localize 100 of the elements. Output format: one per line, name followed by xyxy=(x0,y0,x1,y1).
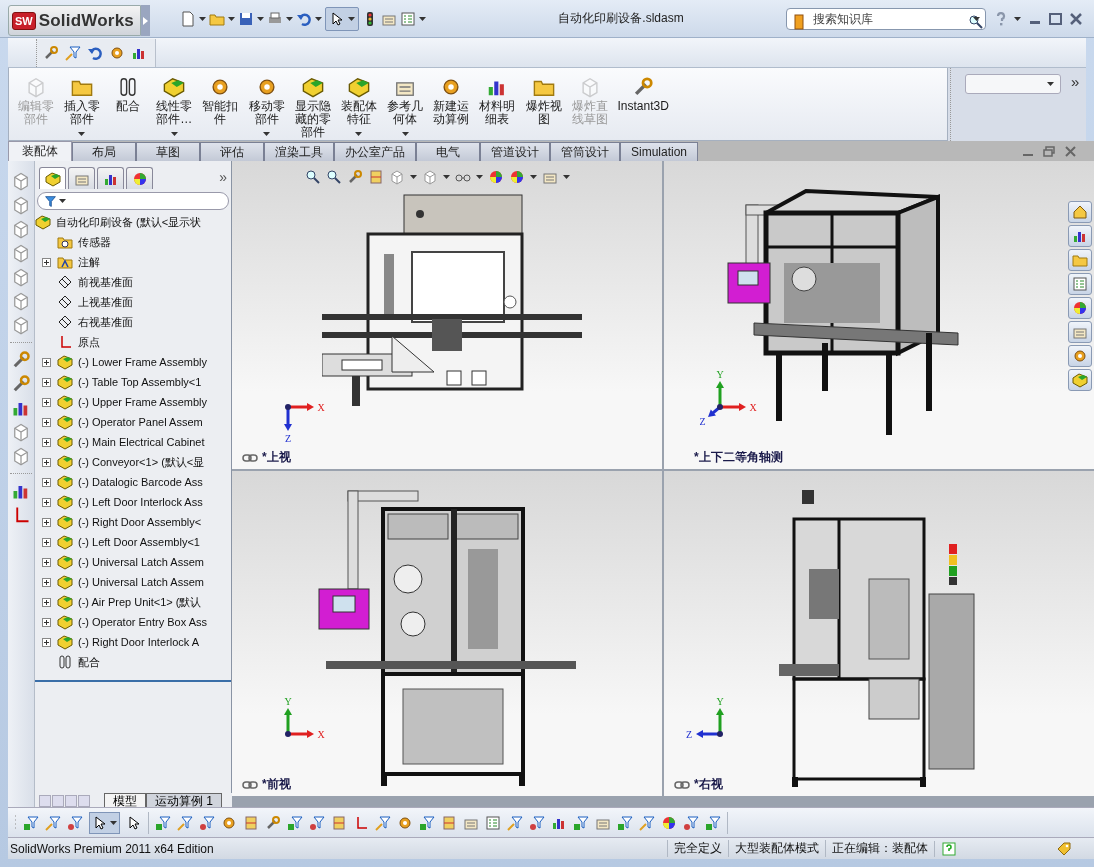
filter-icon[interactable] xyxy=(45,814,61,831)
zoom-area-icon[interactable] xyxy=(326,169,342,185)
ribbon-tab[interactable]: 管道设计 xyxy=(480,142,550,161)
expand-toggle[interactable] xyxy=(42,417,51,427)
help-icon[interactable] xyxy=(941,840,957,857)
selection-filter-icon[interactable] xyxy=(617,814,633,831)
tree-item[interactable]: (-) Operator Entry Box Ass xyxy=(78,616,207,628)
caret-icon[interactable] xyxy=(443,175,450,179)
tree-item[interactable]: 右视基准面 xyxy=(78,314,133,330)
tree-item[interactable]: (-) Left Door Interlock Ass xyxy=(78,496,203,508)
caret-icon[interactable] xyxy=(973,16,980,21)
expand-toggle[interactable] xyxy=(42,577,51,587)
ribbon-button[interactable]: 配合 xyxy=(105,72,151,138)
panel-tab[interactable] xyxy=(126,167,153,189)
selection-filter-icon[interactable] xyxy=(331,814,347,831)
caret-icon[interactable] xyxy=(227,16,235,21)
tree-item[interactable]: (-) Operator Panel Assem xyxy=(78,416,203,428)
selection-filter-icon[interactable] xyxy=(419,814,435,831)
viewport[interactable]: X Z *上视 xyxy=(232,161,662,469)
tree-item[interactable]: (-) Universal Latch Assem xyxy=(78,556,204,568)
tree-item[interactable]: 传感器 xyxy=(78,234,111,250)
ribbon-button[interactable]: Instant3D xyxy=(613,72,673,138)
selection-filter-icon[interactable] xyxy=(683,814,699,831)
expand-toggle[interactable] xyxy=(42,257,51,267)
ribbon-button[interactable]: 线性零部件… xyxy=(151,72,197,138)
expand-toggle[interactable] xyxy=(42,497,51,507)
caret-icon[interactable] xyxy=(285,16,293,21)
ribbon-button[interactable]: 爆炸视图 xyxy=(521,72,567,138)
tree-item[interactable]: (-) Datalogic Barcode Ass xyxy=(78,476,203,488)
select-icon[interactable] xyxy=(126,814,142,831)
selection-filter-icon[interactable] xyxy=(199,814,215,831)
caret-icon[interactable] xyxy=(256,16,264,21)
view-cube-icon[interactable] xyxy=(11,195,31,215)
expand-toggle[interactable] xyxy=(42,557,51,567)
tree-item[interactable]: (-) Universal Latch Assem xyxy=(78,576,204,588)
ribbon-button[interactable]: 移动零部件 xyxy=(243,72,290,138)
ribbon-tab[interactable]: 办公室产品 xyxy=(334,142,416,161)
view-cube-icon[interactable] xyxy=(11,291,31,311)
more-button[interactable]: » xyxy=(219,169,227,185)
caret-icon[interactable] xyxy=(198,16,206,21)
expand-toggle[interactable] xyxy=(42,537,51,547)
ribbon-tab[interactable]: 评估 xyxy=(200,142,264,161)
caret-icon[interactable] xyxy=(410,175,417,179)
ribbon-button[interactable]: 装配体特征 xyxy=(336,72,382,138)
tree-item[interactable]: (-) Right Door Assembly< xyxy=(78,516,202,528)
panel-tab[interactable] xyxy=(39,167,66,189)
ribbon-button[interactable]: 智能扣件 xyxy=(197,72,243,138)
selection-filter-icon[interactable] xyxy=(441,814,457,831)
selection-filter-icon[interactable] xyxy=(309,814,325,831)
checklist-icon[interactable] xyxy=(399,10,416,27)
selection-filter-icon[interactable] xyxy=(529,814,545,831)
view-cube-icon[interactable] xyxy=(11,315,31,335)
selection-filter-icon[interactable] xyxy=(375,814,391,831)
selection-filter-icon[interactable] xyxy=(265,814,281,831)
selection-filter-icon[interactable] xyxy=(243,814,259,831)
selection-filter-icon[interactable] xyxy=(507,814,523,831)
tree-item[interactable]: (-) Air Prep Unit<1> (默认 xyxy=(78,594,202,610)
ribbon-tab[interactable]: 渲染工具 xyxy=(264,142,334,161)
caret-icon[interactable] xyxy=(418,16,426,21)
viewport[interactable]: Y X *前视 xyxy=(232,471,662,796)
tree-item[interactable]: (-) Lower Frame Assembly xyxy=(78,356,207,368)
view-cube-icon[interactable] xyxy=(11,243,31,263)
expand-toggle[interactable] xyxy=(42,517,51,527)
selection-filter-icon[interactable] xyxy=(155,814,171,831)
ribbon-tab[interactable]: 装配体 xyxy=(8,141,72,161)
tree-item[interactable]: (-) Main Electrical Cabinet xyxy=(78,436,205,448)
more-button[interactable]: » xyxy=(1071,74,1080,90)
panel-tab[interactable] xyxy=(97,167,124,189)
caret-icon[interactable] xyxy=(563,175,570,179)
zoom-to-fit-icon[interactable] xyxy=(305,169,321,185)
ribbon-button[interactable]: 参考几何体 xyxy=(382,72,428,138)
ribbon-tab[interactable]: 布局 xyxy=(72,142,136,161)
tree-item[interactable]: 前视基准面 xyxy=(78,274,133,290)
selection-filter-icon[interactable] xyxy=(705,814,721,831)
task-pane-tab[interactable] xyxy=(1068,297,1092,319)
view-cube-icon[interactable] xyxy=(11,171,31,191)
tree-item[interactable]: 自动化印刷设备 (默认<显示状 xyxy=(56,214,202,230)
selection-filter-icon[interactable] xyxy=(661,814,677,831)
filter-icon[interactable] xyxy=(67,814,83,831)
search-field[interactable]: 搜索知识库 xyxy=(786,7,986,30)
expand-toggle[interactable] xyxy=(42,637,51,647)
tree-item[interactable]: (-) Conveyor<1> (默认<显 xyxy=(78,454,205,470)
selection-filter-icon[interactable] xyxy=(287,814,303,831)
tree-item[interactable]: 配合 xyxy=(78,654,100,670)
viewport[interactable]: Y X Z *上下二等角轴测 xyxy=(664,161,1094,469)
close-icon[interactable] xyxy=(1070,12,1082,25)
tree-item[interactable]: (-) Right Door Interlock A xyxy=(78,636,200,648)
select-button[interactable] xyxy=(324,6,359,31)
ribbon-tab[interactable]: 草图 xyxy=(136,142,200,161)
task-pane-tab[interactable] xyxy=(1068,201,1092,223)
ribbon-button[interactable]: 材料明细表 xyxy=(474,72,521,138)
close-icon[interactable] xyxy=(1065,146,1076,157)
ribbon-tab[interactable]: 管筒设计 xyxy=(550,142,620,161)
expand-toggle[interactable] xyxy=(42,397,51,407)
tree-item[interactable]: (-) Upper Frame Assembly xyxy=(78,396,207,408)
ribbon-button[interactable]: 显示隐藏的零部件 xyxy=(290,72,336,138)
expand-toggle[interactable] xyxy=(42,597,51,607)
select-button[interactable] xyxy=(89,811,120,834)
tree-item[interactable]: (-) Table Top Assembly<1 xyxy=(78,376,202,388)
tag-icon[interactable] xyxy=(1056,840,1072,857)
